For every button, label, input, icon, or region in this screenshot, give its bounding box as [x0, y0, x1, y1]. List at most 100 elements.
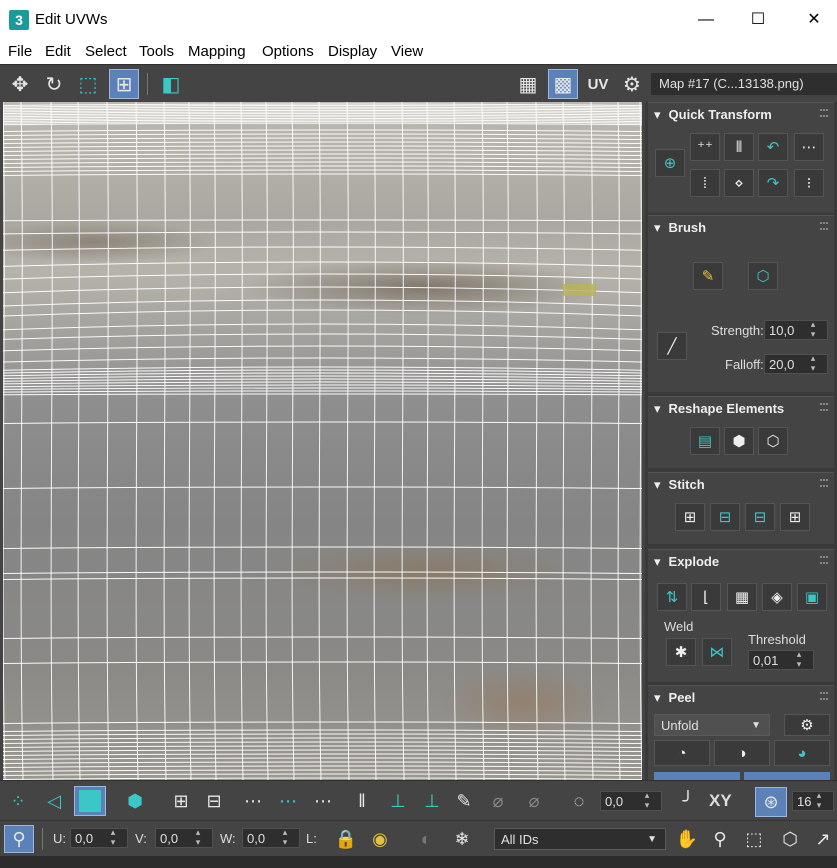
mirror-icon[interactable]: ◧ — [156, 69, 186, 99]
vertex-mode-icon[interactable]: ⁘ — [5, 788, 31, 814]
space-horizontal-icon[interactable]: ⋄ — [724, 169, 754, 197]
relax-icon[interactable]: ⬢ — [724, 427, 754, 455]
ring-grow-icon[interactable]: ⊥ — [385, 788, 411, 814]
zoom-extents-icon[interactable]: ⬡ — [777, 826, 803, 852]
reshape-elements-title[interactable]: Reshape Elements — [654, 401, 785, 417]
stitch-average-icon[interactable]: ⊟ — [745, 503, 775, 531]
menu-display[interactable]: Display — [328, 43, 377, 60]
explode-by-material-icon[interactable]: ▣ — [797, 583, 827, 611]
stitch-to-target-icon[interactable]: ⊟ — [710, 503, 740, 531]
menu-tools[interactable]: Tools — [139, 43, 174, 60]
menu-mapping[interactable]: Mapping — [188, 43, 246, 60]
selected-uv-face[interactable] — [563, 284, 596, 296]
menu-select[interactable]: Select — [85, 43, 127, 60]
loop-shrink-icon[interactable]: ⋯ — [310, 788, 336, 814]
stitch-custom-icon[interactable]: ⊞ — [675, 503, 705, 531]
edge-mode-icon[interactable]: ◁ — [41, 788, 67, 814]
stitch-to-source-icon[interactable]: ⊞ — [780, 503, 810, 531]
break-icon[interactable]: ⇅ — [657, 583, 687, 611]
map-selector[interactable]: Map #17 (C...13138.png) — [651, 73, 837, 95]
show-map-icon[interactable]: ▩ — [548, 69, 578, 99]
explode-by-smoothing-icon[interactable]: ◈ — [762, 583, 792, 611]
maximize-button[interactable]: ☐ — [735, 0, 781, 40]
quick-transform-title[interactable]: Quick Transform — [654, 107, 772, 123]
absolute-mode-icon[interactable]: ⚲ — [4, 825, 34, 853]
brush-stroke-icon[interactable]: ╱ — [657, 332, 687, 360]
hide-icon[interactable]: ◐ — [413, 826, 439, 852]
pin-edges-button[interactable] — [654, 772, 740, 780]
stitch-title[interactable]: Stitch — [654, 477, 705, 493]
flatten-icon[interactable]: ⬡ — [758, 427, 788, 455]
unpin-edges-button[interactable] — [744, 772, 830, 780]
align-to-edge-icon[interactable]: ⋯ — [794, 133, 824, 161]
weld-selected-icon[interactable]: ✱ — [666, 638, 696, 666]
straighten-icon[interactable]: ▤ — [690, 427, 720, 455]
falloff-curve-icon[interactable]: ╯ — [675, 788, 701, 814]
pivot-center-icon[interactable]: ⊕ — [655, 149, 685, 177]
rotate-icon[interactable]: ↻ — [39, 69, 69, 99]
paint-move-icon[interactable]: ✎ — [693, 262, 723, 290]
zoom-region-icon[interactable]: ⬚ — [741, 826, 767, 852]
close-button[interactable]: ✕ — [791, 0, 837, 40]
soft-selection-icon[interactable]: ◌ — [566, 788, 592, 814]
minimize-button[interactable]: — — [683, 0, 729, 40]
unfold-dropdown[interactable]: Unfold ▼ — [654, 714, 770, 736]
align-horizontal-icon[interactable]: ⁺⁺ — [690, 133, 720, 161]
angle-spinner[interactable]: 0,0 — [600, 791, 662, 811]
falloff-spinner[interactable]: 20,0 — [764, 354, 828, 374]
paint-grow-icon[interactable]: ⌀ — [485, 788, 511, 814]
relax-brush-icon[interactable]: ⬡ — [748, 262, 778, 290]
break-by-polygons-icon[interactable]: ▦ — [727, 583, 757, 611]
freeze-icon[interactable]: ❄ — [449, 826, 475, 852]
ids-dropdown[interactable]: All IDs ▼ — [494, 828, 666, 850]
menu-options[interactable]: Options — [262, 43, 314, 60]
xy-label[interactable]: XY — [709, 791, 732, 811]
strength-spinner[interactable]: 10,0 — [764, 320, 828, 340]
u-spinner[interactable]: 0,0 — [70, 828, 128, 848]
paint-shrink-icon[interactable]: ⌀ — [521, 788, 547, 814]
checker-icon[interactable]: ▦ — [513, 69, 543, 99]
shrink-selection-icon[interactable]: ⊟ — [201, 788, 227, 814]
explode-title[interactable]: Explode — [654, 554, 720, 570]
scale-icon[interactable]: ⬚ — [73, 69, 103, 99]
settings-gear-icon[interactable]: ⚙ — [617, 69, 647, 99]
face-mode-icon[interactable] — [74, 786, 106, 816]
space-vertical-icon[interactable]: ⦀ — [724, 133, 754, 161]
menu-edit[interactable]: Edit — [45, 43, 71, 60]
snap-icon[interactable]: ↗ — [810, 826, 836, 852]
peel-title[interactable]: Peel — [654, 690, 696, 706]
peel-mode-icon[interactable]: ◑ — [714, 740, 770, 766]
w-spinner[interactable]: 0,0 — [242, 828, 300, 848]
brush-title[interactable]: Brush — [654, 220, 707, 236]
move-icon[interactable]: ✥ — [5, 69, 35, 99]
menu-view[interactable]: View — [391, 43, 423, 60]
peel-settings-icon[interactable]: ⚙ — [784, 714, 830, 736]
zoom-icon[interactable]: ⚲ — [707, 826, 733, 852]
pan-icon[interactable]: ✋ — [674, 826, 700, 852]
loop-icon[interactable]: ⋯ — [240, 788, 266, 814]
weld-target-icon[interactable]: ⋈ — [702, 638, 732, 666]
threshold-spinner[interactable]: 0,01 — [748, 650, 814, 670]
align-to-edge-vertical-icon[interactable]: ⁝ — [794, 169, 824, 197]
rotate-cw-icon[interactable]: ↷ — [758, 169, 788, 197]
align-vertical-icon[interactable]: ⁞ — [690, 169, 720, 197]
grid-spinner[interactable]: 16 — [792, 791, 834, 811]
reset-peel-icon[interactable]: ◕ — [774, 740, 830, 766]
freeform-icon[interactable]: ⊞ — [109, 69, 139, 99]
detach-edge-icon[interactable]: ⌊ — [691, 583, 721, 611]
loop-grow-icon[interactable]: ⋯ — [275, 788, 301, 814]
lock-icon[interactable]: 🔒 — [333, 826, 359, 852]
element-mode-icon[interactable]: ⬢ — [122, 788, 148, 814]
quick-peel-icon[interactable]: ◔ — [654, 740, 710, 766]
menu-file[interactable]: File — [8, 43, 32, 60]
grid-icon[interactable]: ⊛ — [755, 787, 787, 817]
ring-shrink-icon[interactable]: ⊥ — [419, 788, 445, 814]
rotate-ccw-icon[interactable]: ↶ — [758, 133, 788, 161]
ring-icon[interactable]: ‖ — [349, 788, 375, 814]
v-spinner[interactable]: 0,0 — [155, 828, 213, 848]
uv-viewport[interactable] — [3, 102, 642, 780]
grow-selection-icon[interactable]: ⊞ — [168, 788, 194, 814]
uv-space-button[interactable]: UV — [583, 69, 613, 99]
show-hidden-icon[interactable]: ◉ — [367, 826, 393, 852]
paint-select-icon[interactable]: ✎ — [451, 788, 477, 814]
